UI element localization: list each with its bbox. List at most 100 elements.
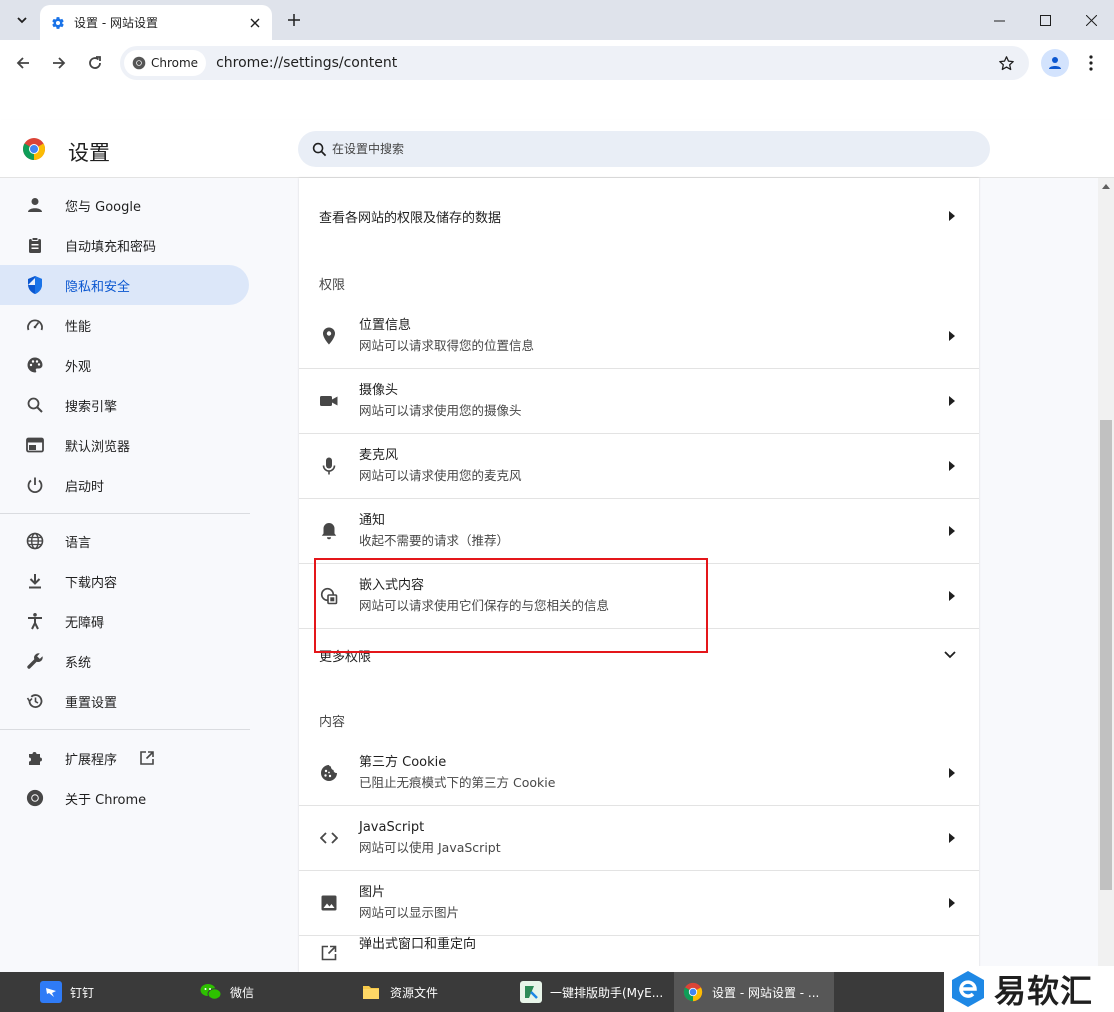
taskbar-item-folder[interactable]: 资源文件	[352, 972, 512, 1012]
row-title: JavaScript	[359, 819, 425, 835]
taskbar-item-myeditor[interactable]: 一键排版助手(MyE...	[512, 972, 672, 1012]
sidebar-item-downloads[interactable]: 下载内容	[0, 561, 249, 601]
minimize-button[interactable]	[976, 0, 1022, 40]
code-icon	[319, 828, 339, 848]
sidebar-item-extensions[interactable]: 扩展程序	[0, 738, 249, 778]
taskbar-item-wechat[interactable]: 微信	[192, 972, 352, 1012]
settings-search[interactable]	[298, 131, 990, 167]
arrow-right-icon	[945, 209, 959, 223]
location-pin-icon	[319, 326, 339, 346]
sidebar-item-reset[interactable]: 重置设置	[0, 681, 249, 721]
row-title: 通知	[359, 512, 386, 528]
close-icon	[1085, 14, 1097, 26]
reload-button[interactable]	[80, 48, 110, 78]
sidebar-item-label: 隐私和安全	[65, 279, 131, 295]
arrow-right-icon	[945, 524, 959, 538]
sidebar-item-system[interactable]: 系统	[0, 641, 249, 681]
watermark-logo: 易软汇	[944, 966, 1114, 1012]
settings-gear-icon	[50, 15, 66, 31]
more-vert-icon	[1089, 55, 1093, 71]
taskbar-item-chrome[interactable]: 设置 - 网站设置 - ...	[674, 972, 834, 1012]
myeditor-icon	[520, 981, 542, 1003]
address-bar[interactable]: Chrome chrome://settings/content	[120, 46, 1029, 80]
content-row-images[interactable]: 图片 网站可以显示图片	[299, 870, 979, 935]
row-title: 摄像头	[359, 382, 399, 398]
row-subtitle: 网站可以请求使用您的麦克风	[359, 467, 522, 483]
sidebar-item-accessibility[interactable]: 无障碍	[0, 601, 249, 641]
microphone-icon	[319, 456, 339, 476]
sidebar-item-search-engine[interactable]: 搜索引擎	[0, 385, 249, 425]
tab-strip: 设置 - 网站设置	[0, 0, 1114, 40]
forward-button[interactable]	[44, 48, 74, 78]
arrow-right-icon	[945, 766, 959, 780]
menu-button[interactable]	[1080, 49, 1102, 77]
sidebar-item-privacy[interactable]: 隐私和安全	[0, 265, 249, 305]
sidebar-item-label: 自动填充和密码	[65, 239, 157, 255]
globe-icon	[24, 530, 46, 552]
sidebar-item-on-startup[interactable]: 启动时	[0, 465, 249, 505]
sidebar-item-label: 下载内容	[65, 575, 118, 591]
watermark-text: 易软汇	[994, 972, 1094, 1010]
sidebar-item-label: 重置设置	[65, 695, 118, 711]
highlight-annotation-box	[314, 558, 708, 653]
sidebar-item-performance[interactable]: 性能	[0, 305, 249, 345]
back-button[interactable]	[8, 48, 38, 78]
taskbar-item-dingtalk[interactable]: 钉钉	[32, 972, 192, 1012]
sidebar-item-label: 系统	[65, 655, 92, 671]
url-text[interactable]: chrome://settings/content	[216, 55, 991, 71]
search-input[interactable]	[332, 142, 932, 156]
camera-icon	[319, 391, 339, 411]
window-close-button[interactable]	[1068, 0, 1114, 40]
scrollbar-thumb[interactable]	[1100, 420, 1112, 890]
new-tab-button[interactable]	[282, 8, 306, 32]
sidebar-item-default-browser[interactable]: 默认浏览器	[0, 425, 249, 465]
section-heading-permissions: 权限	[319, 278, 346, 293]
arrow-right-icon	[945, 589, 959, 603]
wrench-icon	[24, 650, 46, 672]
profile-button[interactable]	[1041, 49, 1069, 77]
chevron-down-icon	[941, 648, 959, 662]
content-row-popups[interactable]: 弹出式窗口和重定向	[299, 935, 979, 972]
arrow-right-icon	[945, 329, 959, 343]
sidebar-item-label: 您与 Google	[65, 199, 141, 215]
sidebar-item-autofill[interactable]: 自动填充和密码	[0, 225, 249, 265]
folder-icon	[360, 981, 382, 1003]
sidebar-item-appearance[interactable]: 外观	[0, 345, 249, 385]
arrow-right-icon	[945, 459, 959, 473]
search-icon	[24, 394, 46, 416]
sidebar-item-about-chrome[interactable]: 关于 Chrome	[0, 778, 249, 818]
taskbar-item-label: 一键排版助手(MyE...	[550, 985, 664, 1000]
row-title: 弹出式窗口和重定向	[359, 937, 477, 952]
speedometer-icon	[24, 314, 46, 336]
content-row-third-party-cookies[interactable]: 第三方 Cookie 已阻止无痕模式下的第三方 Cookie	[299, 740, 979, 805]
watermark-e-icon	[952, 971, 984, 1007]
permission-row-microphone[interactable]: 麦克风 网站可以请求使用您的麦克风	[299, 433, 979, 498]
shield-icon	[24, 274, 46, 296]
wechat-icon	[200, 981, 222, 1003]
all-site-data-row[interactable]: 查看各网站的权限及储存的数据	[299, 196, 979, 236]
scroll-up-arrow-icon[interactable]	[1100, 180, 1112, 192]
permission-row-location[interactable]: 位置信息 网站可以请求取得您的位置信息	[299, 303, 979, 368]
sidebar-item-label: 默认浏览器	[65, 439, 131, 455]
row-subtitle: 网站可以请求使用您的摄像头	[359, 402, 522, 418]
browser-tab[interactable]: 设置 - 网站设置	[40, 5, 272, 40]
taskbar-item-label: 微信	[230, 985, 255, 1000]
sidebar-item-label: 语言	[65, 535, 92, 551]
sidebar-item-you-and-google[interactable]: 您与 Google	[0, 185, 249, 225]
bookmark-button[interactable]	[991, 48, 1021, 78]
taskbar-item-label: 钉钉	[70, 985, 95, 1000]
tab-search-button[interactable]	[8, 6, 36, 34]
sidebar-item-languages[interactable]: 语言	[0, 521, 249, 561]
bell-icon	[319, 521, 339, 541]
chrome-logo-icon	[23, 138, 45, 160]
site-info-chip[interactable]: Chrome	[124, 50, 207, 76]
maximize-button[interactable]	[1022, 0, 1068, 40]
permission-row-notifications[interactable]: 通知 收起不需要的请求（推荐）	[299, 498, 979, 563]
close-icon[interactable]	[246, 14, 264, 32]
row-subtitle: 网站可以显示图片	[359, 904, 460, 920]
sidebar-item-label: 关于 Chrome	[65, 792, 147, 808]
row-subtitle: 网站可以请求取得您的位置信息	[359, 337, 535, 353]
permission-row-camera[interactable]: 摄像头网站可以请求使用您的摄像头	[299, 368, 979, 433]
taskbar-item-label: 设置 - 网站设置 - ...	[712, 985, 820, 1000]
content-row-javascript[interactable]: JavaScript 网站可以使用 JavaScript	[299, 805, 979, 870]
